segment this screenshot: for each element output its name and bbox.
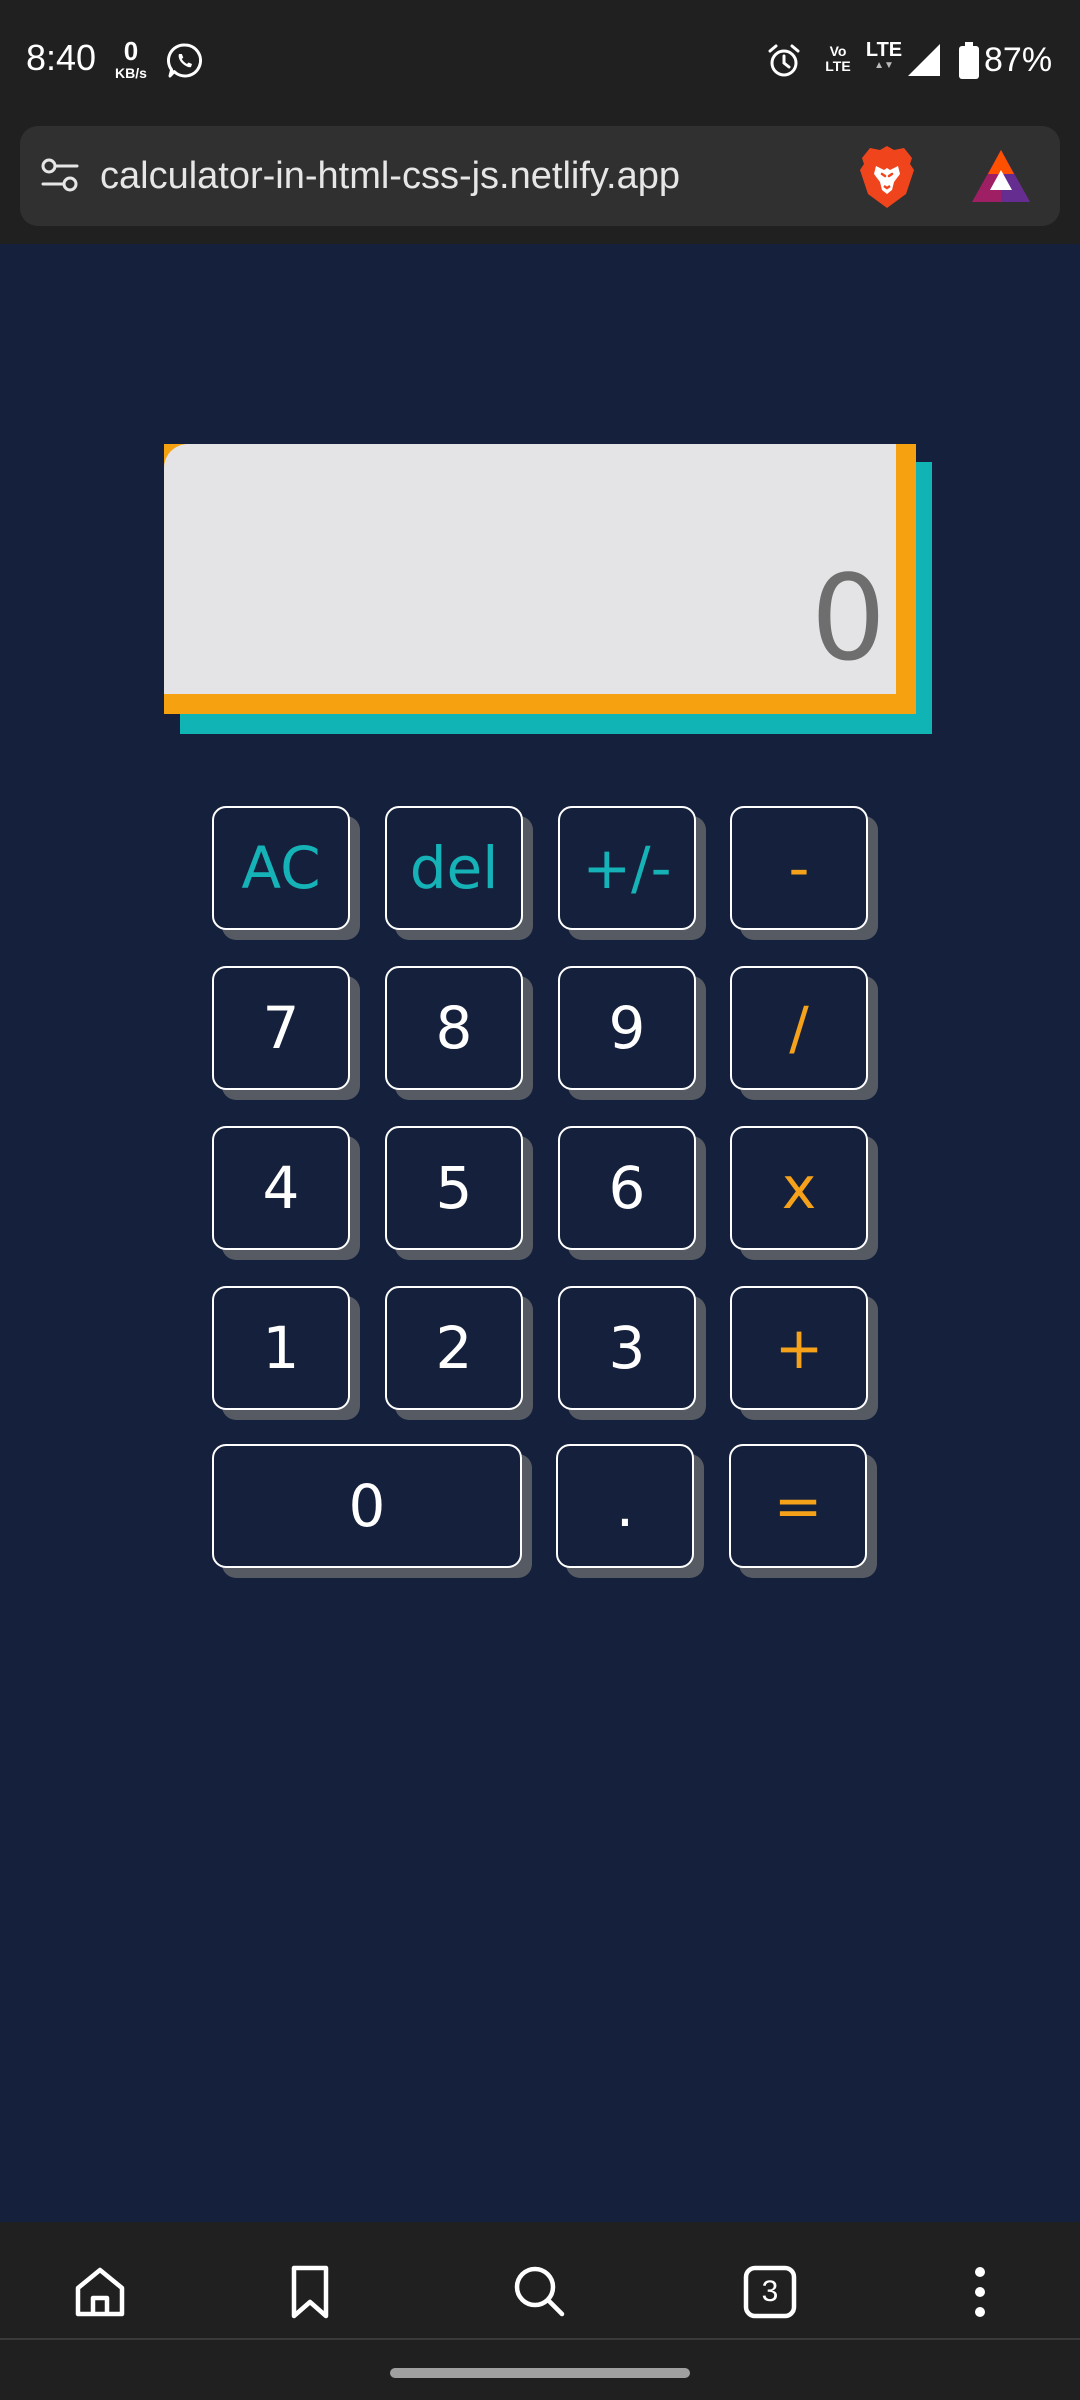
gesture-home-indicator[interactable] (390, 2368, 690, 2378)
key-9[interactable]: 9 (558, 966, 696, 1090)
tabs-count: 3 (761, 2275, 779, 2308)
key-add[interactable]: + (730, 1286, 868, 1410)
data-arrows-icon: ▲▼ (874, 60, 894, 71)
brave-shield-icon[interactable] (856, 144, 918, 210)
key-8[interactable]: 8 (385, 966, 523, 1090)
key-2[interactable]: 2 (385, 1286, 523, 1410)
key-1[interactable]: 1 (212, 1286, 350, 1410)
lte-label: LTE (865, 39, 903, 61)
url-text[interactable]: calculator-in-html-css-js.netlify.app (100, 152, 680, 200)
home-icon (75, 2267, 125, 2317)
key-3[interactable]: 3 (558, 1286, 696, 1410)
calculator-display: 0 (164, 444, 932, 734)
bookmark-button[interactable] (270, 2252, 350, 2332)
display-screen: 0 (164, 444, 896, 694)
key-divide[interactable]: / (730, 966, 868, 1090)
alarm-icon (768, 44, 800, 77)
key-subtract[interactable]: - (730, 806, 868, 930)
lte-indicator: LTE ▲▼ (862, 40, 906, 72)
bat-rewards-icon[interactable] (970, 148, 1032, 204)
more-icon (975, 2267, 985, 2317)
volte-line2: LTE (825, 58, 851, 74)
browser-toolbar: calculator-in-html-css-js.netlify.app (0, 122, 1080, 244)
battery-percent: 87% (984, 41, 1053, 79)
battery-icon (959, 42, 979, 79)
key-6[interactable]: 6 (558, 1126, 696, 1250)
network-speed-unit: KB/s (115, 65, 147, 81)
bookmark-icon (291, 2265, 329, 2319)
home-button[interactable] (60, 2252, 140, 2332)
key-decimal[interactable]: . (556, 1444, 694, 1568)
volte-indicator: Vo LTE (820, 44, 856, 74)
tune-icon[interactable] (40, 156, 80, 196)
search-icon (514, 2266, 565, 2317)
whatsapp-icon (166, 43, 202, 78)
key-7[interactable]: 7 (212, 966, 350, 1090)
search-button[interactable] (500, 2252, 580, 2332)
address-bar[interactable]: calculator-in-html-css-js.netlify.app (20, 126, 1060, 226)
volte-line1: Vo (829, 43, 847, 59)
key-delete[interactable]: del (385, 806, 523, 930)
status-bar: 8:40 0 KB/s Vo LTE LTE ▲▼ 87% (0, 0, 1080, 122)
tabs-button[interactable]: 3 (730, 2252, 810, 2332)
key-multiply[interactable]: x (730, 1126, 868, 1250)
key-clear-all[interactable]: AC (212, 806, 350, 930)
key-equals[interactable]: = (729, 1444, 867, 1568)
key-0[interactable]: 0 (212, 1444, 522, 1568)
network-speed-value: 0 (123, 36, 139, 66)
network-speed: 0 KB/s (110, 38, 152, 80)
nav-divider (0, 2338, 1080, 2340)
display-value: 0 (810, 549, 886, 687)
key-4[interactable]: 4 (212, 1126, 350, 1250)
key-toggle-sign[interactable]: +/- (558, 806, 696, 930)
status-time: 8:40 (26, 37, 97, 78)
signal-icon (908, 44, 940, 76)
bottom-navigation: 3 (0, 2222, 1080, 2400)
keypad: AC del +/- - 7 8 9 / 4 5 6 x 1 2 3 + 0 .… (0, 0, 1080, 2400)
more-menu-button[interactable] (940, 2252, 1020, 2332)
key-5[interactable]: 5 (385, 1126, 523, 1250)
